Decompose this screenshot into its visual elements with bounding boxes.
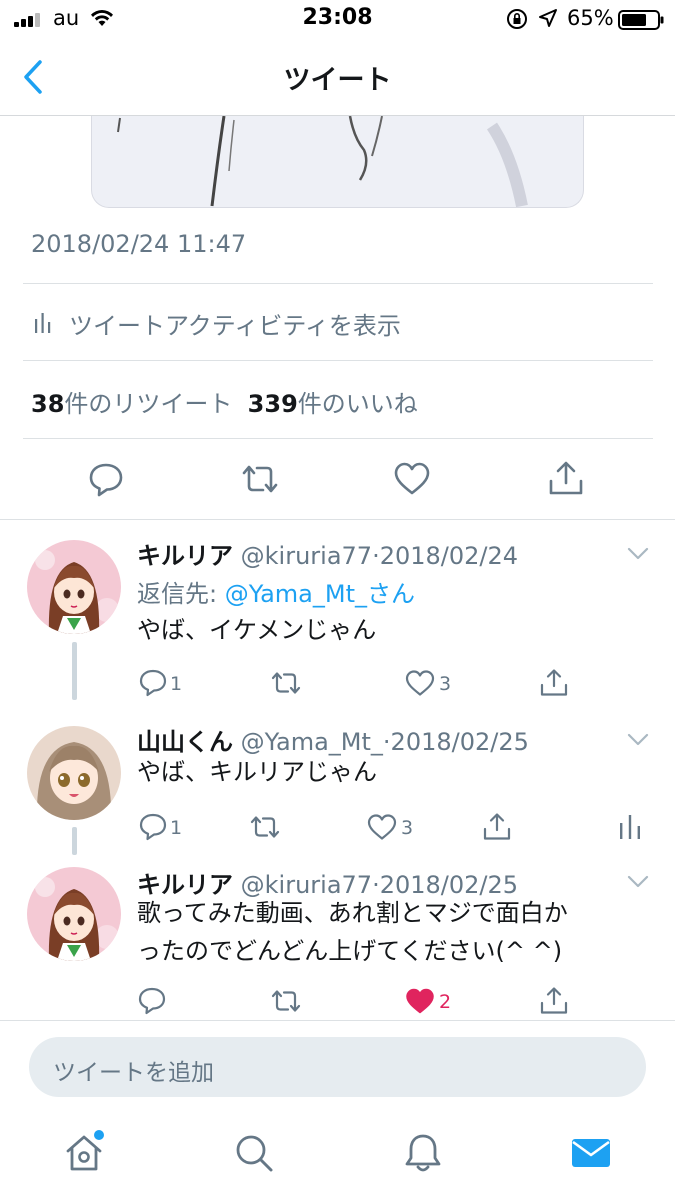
like-count: 339: [247, 390, 298, 418]
reply-icon[interactable]: [86, 459, 126, 499]
like-stat[interactable]: 339件のいいね: [248, 390, 418, 418]
nav-bar: ツイート: [0, 40, 675, 116]
separator: ·: [382, 728, 391, 756]
reply-to-label: 返信先:: [137, 580, 218, 608]
share-icon[interactable]: [481, 811, 513, 843]
messages-icon[interactable]: [569, 1131, 613, 1175]
reply-text-line: ったのでどんどん上げてください(^ ^): [137, 937, 563, 965]
like-count: 3: [401, 817, 414, 839]
thread-line: [72, 642, 77, 700]
compose-area: ツイートを追加: [0, 1020, 675, 1115]
chevron-down-icon[interactable]: [627, 875, 649, 889]
divider: [23, 360, 653, 361]
compose-placeholder: ツイートを追加: [53, 1060, 214, 1086]
location-icon: [539, 9, 557, 27]
reply-text: やば、イケメンじゃん: [137, 616, 377, 644]
reply-icon[interactable]: [136, 985, 168, 1017]
reply-item[interactable]: 山山くん @Yama_Mt_·2018/02/25 やば、キルリアじゃん 1 3: [0, 705, 675, 855]
retweet-icon[interactable]: [270, 667, 302, 699]
reply-item[interactable]: キルリア @kiruria77·2018/02/25 歌ってみた動画、あれ割とマ…: [0, 855, 675, 1020]
like-stat-label: 件のいいね: [297, 390, 418, 418]
avatar-image: [27, 540, 121, 634]
reply-date: 2018/02/25: [390, 728, 529, 756]
avatar[interactable]: [27, 726, 121, 820]
reply-to-mention[interactable]: @Yama_Mt_さん: [225, 580, 415, 608]
page-title: ツイート: [283, 65, 392, 96]
battery-percent: 65%: [567, 6, 614, 30]
battery-icon: [618, 10, 664, 30]
image-sketch: [117, 116, 528, 207]
reply-icon[interactable]: [137, 667, 169, 699]
retweet-stat[interactable]: 38件のリツイート: [31, 390, 232, 418]
liked-heart-icon[interactable]: [404, 985, 436, 1017]
activity-label: ツイートアクティビティを表示: [69, 312, 401, 340]
share-icon[interactable]: [538, 985, 570, 1017]
analytics-icon[interactable]: [614, 811, 646, 843]
username[interactable]: @kiruria77: [241, 542, 372, 570]
reply-header: キルリア @kiruria77·2018/02/24: [137, 536, 518, 571]
avatar[interactable]: [27, 540, 121, 634]
reply-count: 1: [170, 673, 183, 695]
reply-date: 2018/02/24: [379, 542, 519, 570]
new-activity-dot: [94, 1130, 104, 1140]
tweet-actions: [0, 440, 675, 520]
separator: ·: [372, 542, 380, 570]
avatar-image: [27, 867, 121, 961]
reply-item[interactable]: キルリア @kiruria77·2018/02/24 返信先: @Yama_Mt…: [0, 520, 675, 705]
tweet-image[interactable]: [91, 116, 584, 208]
retweet-icon[interactable]: [249, 811, 281, 843]
notifications-icon[interactable]: [401, 1131, 445, 1175]
reply-count: 1: [170, 817, 183, 839]
reply-text: やば、キルリアじゃん: [137, 758, 377, 786]
like-icon[interactable]: [366, 811, 398, 843]
tweet-activity-link[interactable]: ツイートアクティビティを表示: [23, 284, 653, 360]
retweet-count: 38: [31, 390, 65, 418]
share-icon[interactable]: [538, 667, 570, 699]
retweet-icon[interactable]: [240, 459, 280, 499]
search-icon[interactable]: [232, 1131, 276, 1175]
add-tweet-input[interactable]: ツイートを追加: [29, 1037, 646, 1097]
divider: [23, 438, 653, 439]
analytics-icon: [35, 313, 51, 333]
like-icon[interactable]: [392, 459, 432, 499]
reply-to: 返信先: @Yama_Mt_さん: [137, 574, 415, 609]
chevron-down-icon[interactable]: [627, 547, 649, 561]
like-icon[interactable]: [404, 667, 436, 699]
status-bar: au 23:08 65%: [0, 0, 675, 40]
like-count: 3: [439, 673, 452, 695]
retweet-stat-label: 件のリツイート: [64, 390, 233, 418]
display-name[interactable]: キルリア: [137, 542, 233, 570]
reply-text-line: 歌ってみた動画、あれ割とマジで面白か: [137, 899, 568, 927]
share-icon[interactable]: [546, 459, 586, 499]
avatar-image: [27, 726, 121, 820]
tab-bar: [0, 1115, 675, 1200]
chevron-down-icon[interactable]: [627, 733, 649, 747]
like-count: 2: [439, 991, 452, 1013]
retweet-icon[interactable]: [270, 985, 302, 1017]
tweet-timestamp: 2018/02/24 11:47: [31, 230, 247, 258]
reply-icon[interactable]: [137, 811, 169, 843]
thread-line: [72, 827, 77, 855]
avatar[interactable]: [27, 867, 121, 961]
tweet-stats: 38件のリツイート 339件のいいね: [31, 384, 418, 419]
orientation-lock-icon: [507, 9, 527, 29]
